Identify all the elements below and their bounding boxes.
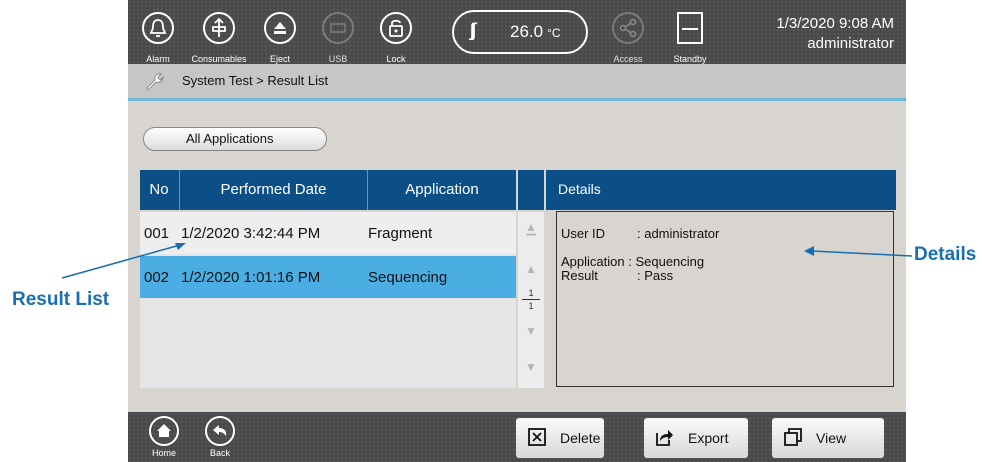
result-list-callout: Result List <box>12 289 110 310</box>
callout-arrows <box>61 243 913 279</box>
result-list-arrow <box>61 244 181 279</box>
details-callout: Details <box>914 244 977 265</box>
details-arrow <box>811 250 913 257</box>
